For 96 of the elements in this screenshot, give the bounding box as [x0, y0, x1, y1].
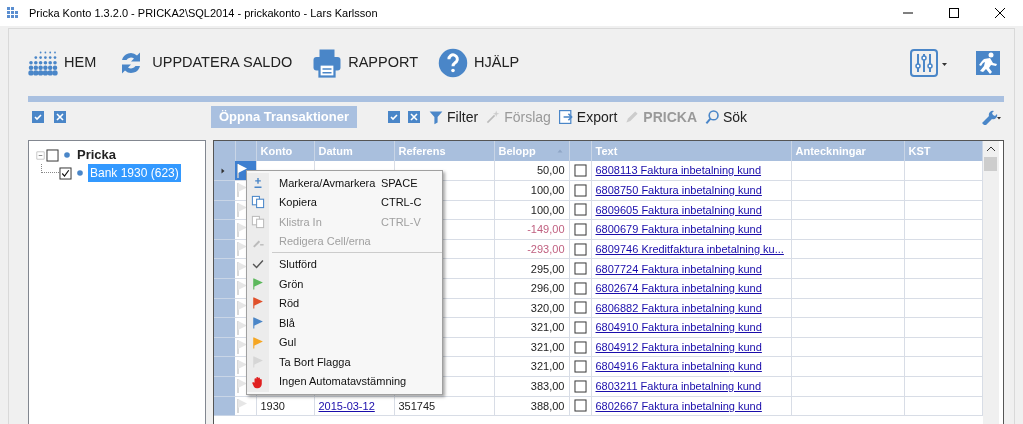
help-icon: [438, 48, 469, 78]
flag-icon: [237, 320, 247, 335]
checkbox[interactable]: [573, 183, 587, 197]
check-all-icon[interactable]: [32, 111, 44, 123]
amount-cell: 50,00: [536, 164, 565, 177]
amount-cell: 321,00: [530, 321, 565, 334]
toolbar-button[interactable]: HEM: [28, 48, 97, 78]
menu-item[interactable]: Ta Bort Flagga: [247, 352, 442, 372]
copy-icon: [251, 195, 265, 210]
menu-item[interactable]: Blå: [247, 313, 442, 333]
amount-cell: 295,00: [530, 262, 565, 275]
hand-icon: [251, 374, 265, 389]
flag-icon: [237, 300, 247, 315]
menu-item[interactable]: Grön: [247, 273, 442, 294]
text-link[interactable]: 6807724 Faktura inbetalning kund: [595, 262, 762, 275]
amount-cell: 321,00: [530, 360, 565, 373]
menu-item[interactable]: Slutförd: [247, 254, 442, 274]
checkbox[interactable]: [573, 360, 587, 374]
flag-icon: [237, 242, 247, 257]
flag-icon: [237, 359, 247, 374]
export-icon: [557, 109, 574, 125]
text-link[interactable]: 6809746 Kreditfaktura inbetalning ku...: [595, 242, 784, 255]
window-title: Pricka Konto 1.3.2.0 - PRICKA2\SQL2014 - prickakonto - Lars Karlsson: [29, 5, 378, 21]
dot-icon: [63, 151, 71, 159]
amount-cell: 296,00: [530, 282, 565, 295]
table-cell: 1930: [260, 399, 285, 412]
text-link[interactable]: 6803211 Faktura inbetalning kund: [595, 380, 762, 393]
flag-icon: [237, 281, 247, 296]
checkbox[interactable]: [59, 166, 72, 180]
text-link[interactable]: 6808750 Faktura inbetalning kund: [595, 184, 762, 197]
flag-icon: [237, 203, 247, 217]
scroll-thumb[interactable]: [984, 157, 997, 171]
filter-icon: [428, 109, 445, 125]
text-link[interactable]: 6809605 Faktura inbetalning kund: [595, 203, 762, 216]
checkbox[interactable]: [573, 321, 587, 335]
menu-item[interactable]: Kopiera CTRL-C: [247, 192, 442, 213]
table-cell: 351745: [398, 399, 436, 412]
wand-icon: [485, 109, 502, 125]
amount-cell: 321,00: [530, 340, 565, 353]
printer-icon: [312, 48, 343, 78]
menu-item[interactable]: Gul: [247, 332, 442, 353]
date-link[interactable]: 2015-03-12: [318, 399, 375, 412]
checkbox[interactable]: [573, 379, 587, 393]
toolbar-button[interactable]: Filter: [428, 106, 479, 128]
checkbox[interactable]: [573, 399, 587, 413]
flag-icon: [237, 398, 247, 413]
collapse-icon[interactable]: [36, 150, 45, 160]
checkbox[interactable]: [573, 281, 587, 295]
checkbox[interactable]: [573, 164, 587, 178]
flag-icon: [237, 340, 247, 355]
checkbox[interactable]: [573, 242, 587, 256]
flag-icon: [237, 183, 247, 198]
text-link[interactable]: 6800679 Faktura inbetalning kund: [595, 223, 762, 236]
checkbox[interactable]: [46, 148, 59, 162]
toolbar-button[interactable]: Export: [557, 106, 618, 128]
uncheck-all-icon[interactable]: [54, 111, 66, 123]
amount-cell: 100,00: [530, 184, 565, 197]
toolbar-button[interactable]: HJÄLP: [438, 48, 520, 78]
text-link[interactable]: 6808113 Faktura inbetalning kund: [595, 164, 762, 177]
uncheck-all-icon[interactable]: [408, 111, 421, 123]
amount-cell: 320,00: [530, 301, 565, 314]
sliders-menu-icon[interactable]: [910, 49, 948, 77]
text-link[interactable]: 6804916 Faktura inbetalning kund: [595, 360, 762, 373]
toolbar-button[interactable]: Sök: [704, 106, 748, 128]
menu-item[interactable]: Markera/Avmarkera SPACE: [247, 173, 442, 193]
text-link[interactable]: 6804910 Faktura inbetalning kund: [595, 321, 762, 334]
menu-item[interactable]: Röd: [247, 293, 442, 314]
flag-icon: [237, 261, 247, 276]
grid-title: Öppna Transaktioner: [211, 106, 358, 128]
menu-item[interactable]: Ingen Automatavstämning: [247, 371, 442, 392]
toolbar-button[interactable]: RAPPORT: [312, 48, 419, 78]
checkbox[interactable]: [573, 301, 587, 315]
checkbox[interactable]: [573, 223, 587, 237]
text-link[interactable]: 6804912 Faktura inbetalning kund: [595, 340, 762, 353]
text-link[interactable]: 6802674 Faktura inbetalning kund: [595, 282, 762, 295]
toolbar-button[interactable]: UPPDATERA SALDO: [116, 48, 293, 78]
checkbox[interactable]: [573, 262, 587, 276]
search-icon: [704, 109, 720, 125]
app-icon: [6, 6, 20, 20]
amount-cell: 100,00: [530, 203, 565, 216]
exit-icon[interactable]: [974, 49, 1002, 77]
checkbox[interactable]: [573, 203, 587, 217]
paste-icon: [251, 215, 265, 229]
tree-item[interactable]: Pricka: [75, 145, 119, 165]
dot-icon: [76, 169, 84, 177]
amount-cell: -293,00: [527, 242, 565, 255]
flag-icon: [237, 379, 247, 394]
amount-cell: 383,00: [530, 380, 565, 393]
check-all-icon[interactable]: [388, 111, 401, 123]
wrench-menu-icon[interactable]: [980, 109, 1002, 125]
text-link[interactable]: 6806882 Faktura inbetalning kund: [595, 301, 762, 314]
flag-icon: [237, 222, 247, 237]
checkbox[interactable]: [573, 340, 587, 354]
text-link[interactable]: 6802667 Faktura inbetalning kund: [595, 399, 762, 412]
amount-cell: 388,00: [530, 399, 565, 412]
amount-cell: -149,00: [527, 223, 565, 236]
